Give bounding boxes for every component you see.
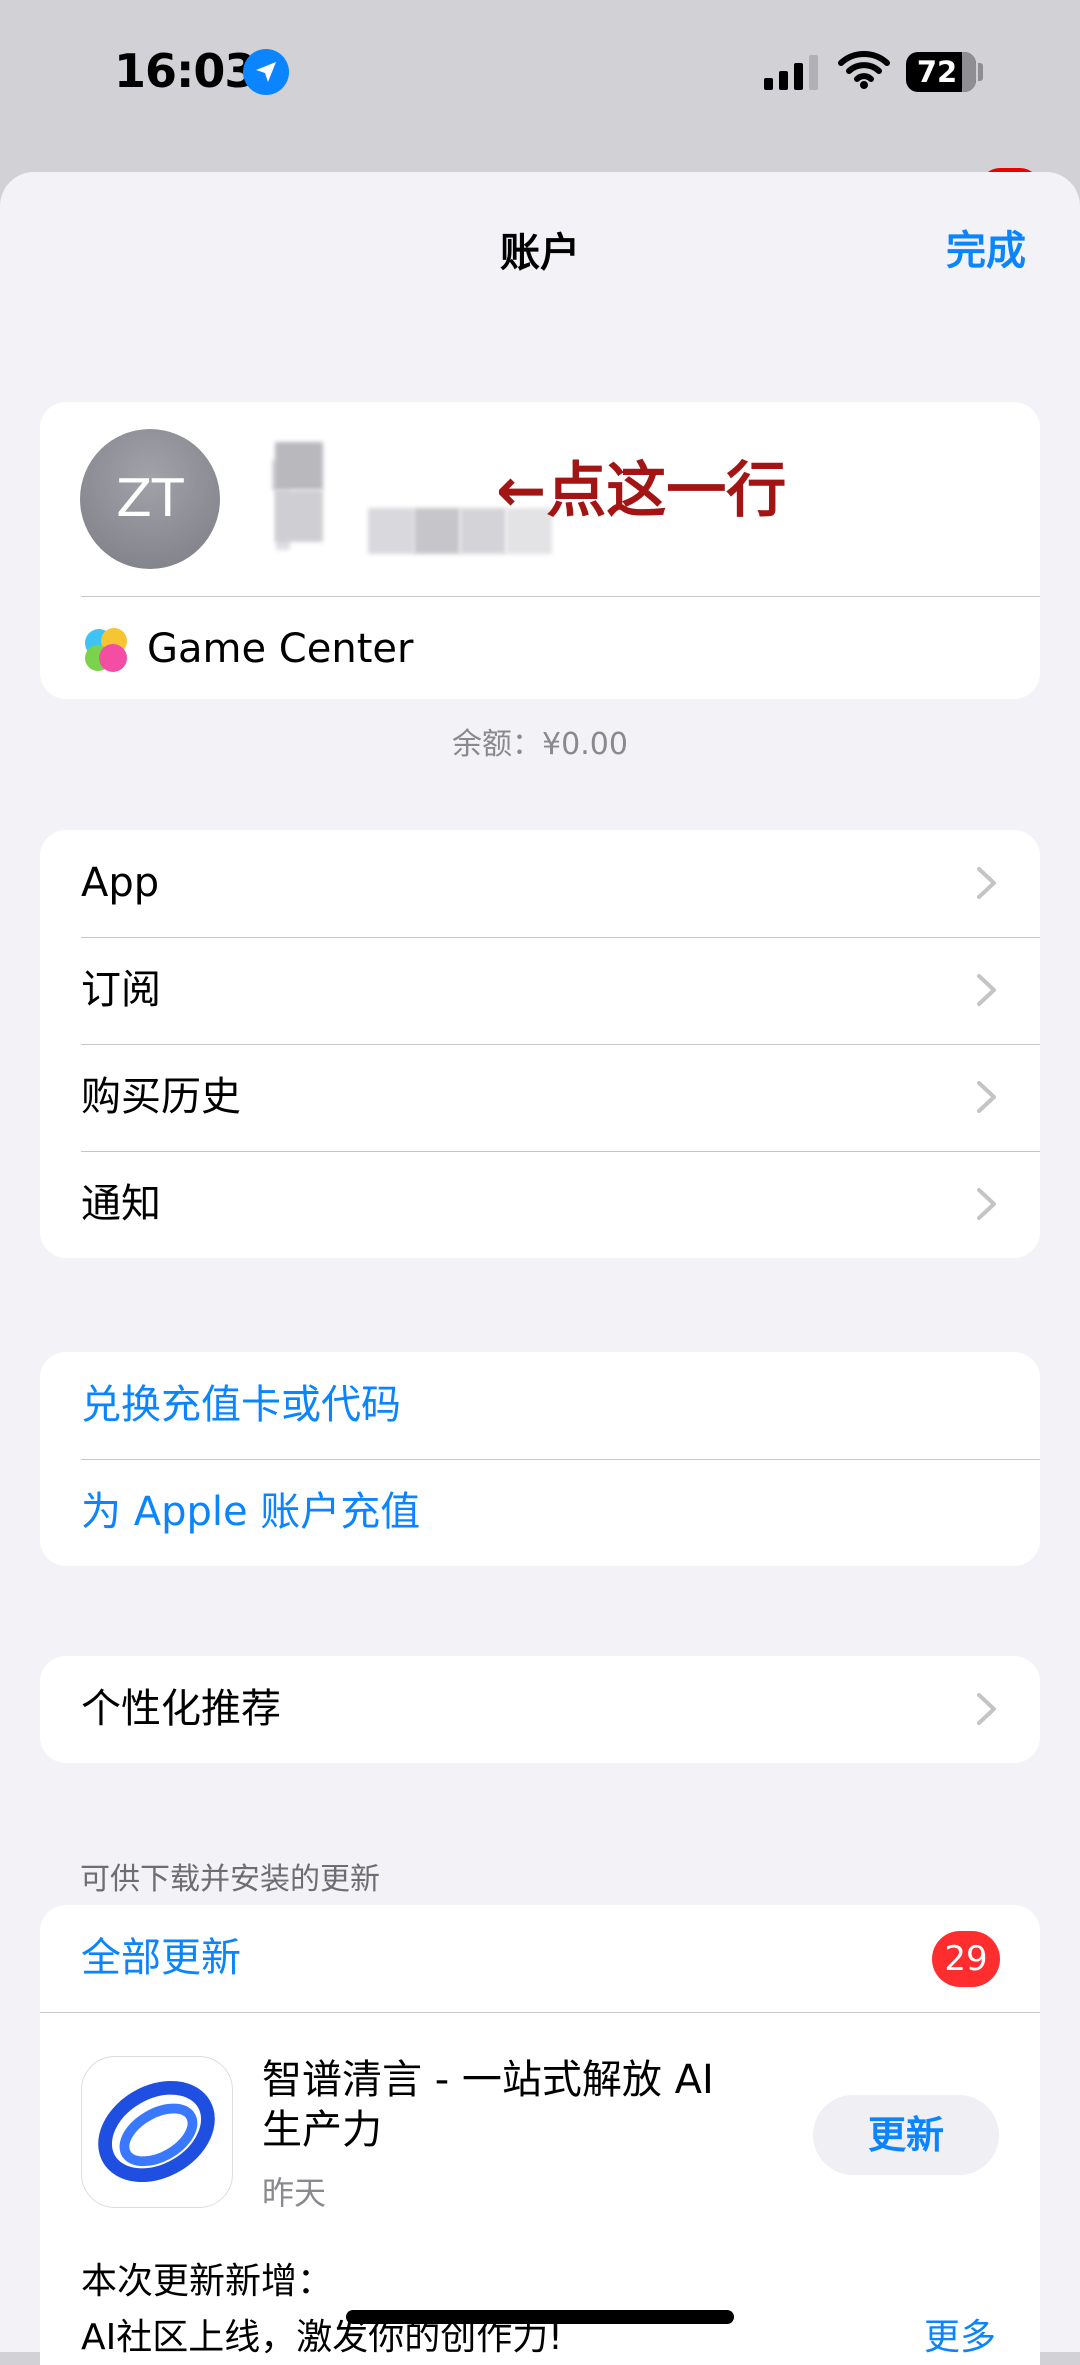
account-sheet: 账户 完成 ZT ←点这一行 Game Center 余额：¥0.00 App … — [0, 172, 1080, 2365]
battery-cap — [978, 63, 983, 81]
app-name: 智谱清言 - 一站式解放 AI 生产力 — [262, 2057, 714, 2153]
menu-item-app[interactable]: App — [40, 830, 1040, 937]
account-menu: App 订阅 购买历史 通知 — [40, 830, 1040, 1258]
balance-text: 余额：¥0.00 — [452, 727, 628, 762]
chevron-right-icon — [977, 1693, 996, 1725]
profile-card: ZT ←点这一行 Game Center — [40, 402, 1040, 699]
redeem-gift-card-link[interactable]: 兑换充值卡或代码 — [40, 1352, 1040, 1459]
release-notes-title: 本次更新新增： — [81, 2261, 334, 2302]
avatar: ZT — [80, 429, 220, 569]
battery-icon: 72 — [906, 52, 976, 92]
game-center-row[interactable]: Game Center — [40, 597, 1040, 699]
status-time: 16:03 — [114, 44, 256, 98]
updates-card: 全部更新 29 智谱清言 - 一站式解放 AI 生产力 昨天 更新 本次更新新增… — [40, 1905, 1040, 2365]
game-center-icon — [85, 628, 127, 672]
menu-item-purchase-history[interactable]: 购买历史 — [40, 1044, 1040, 1151]
chevron-right-icon — [977, 867, 996, 899]
location-arrow-icon — [243, 49, 289, 95]
menu-item-label: 订阅 — [81, 967, 161, 1013]
chevron-right-icon — [977, 1188, 996, 1220]
add-funds-label: 为 Apple 账户充值 — [81, 1489, 421, 1535]
funds-menu: 兑换充值卡或代码 为 Apple 账户充值 — [40, 1352, 1040, 1566]
update-count-badge: 29 — [932, 1931, 1000, 1987]
sheet-title: 账户 — [500, 230, 580, 276]
update-all-label: 全部更新 — [81, 1935, 241, 1981]
menu-item-label: 通知 — [81, 1181, 161, 1227]
more-link[interactable]: 更多 — [924, 2308, 996, 2360]
personalization-card: 个性化推荐 — [40, 1656, 1040, 1763]
zhipu-logo-icon — [98, 2080, 215, 2183]
wifi-icon — [838, 51, 890, 89]
annotation-text: ←点这一行 — [496, 456, 787, 526]
add-funds-link[interactable]: 为 Apple 账户充值 — [40, 1459, 1040, 1566]
chevron-right-icon — [977, 974, 996, 1006]
status-bar: 16:03 72 — [0, 0, 1080, 150]
home-indicator[interactable] — [346, 2310, 734, 2324]
cellular-signal-icon — [764, 54, 820, 90]
profile-row[interactable]: ZT ←点这一行 — [40, 402, 1040, 596]
update-all-button[interactable]: 全部更新 29 — [40, 1905, 1040, 2012]
redeem-label: 兑换充值卡或代码 — [81, 1382, 401, 1428]
done-button[interactable]: 完成 — [946, 218, 1026, 276]
divider — [40, 2012, 1040, 2013]
personalization-label: 个性化推荐 — [81, 1686, 281, 1732]
app-icon[interactable] — [81, 2056, 233, 2208]
battery-level: 72 — [916, 55, 958, 89]
updates-section-header: 可供下载并安装的更新 — [80, 1862, 380, 1897]
app-update-date: 昨天 — [262, 2174, 327, 2212]
menu-item-subscriptions[interactable]: 订阅 — [40, 937, 1040, 1044]
menu-item-label: 购买历史 — [81, 1074, 241, 1120]
menu-item-notifications[interactable]: 通知 — [40, 1151, 1040, 1258]
menu-item-label: App — [81, 860, 160, 906]
chevron-right-icon — [977, 1081, 996, 1113]
personalized-recommendations-item[interactable]: 个性化推荐 — [40, 1656, 1040, 1763]
update-button[interactable]: 更新 — [813, 2095, 999, 2175]
game-center-label: Game Center — [147, 626, 414, 672]
